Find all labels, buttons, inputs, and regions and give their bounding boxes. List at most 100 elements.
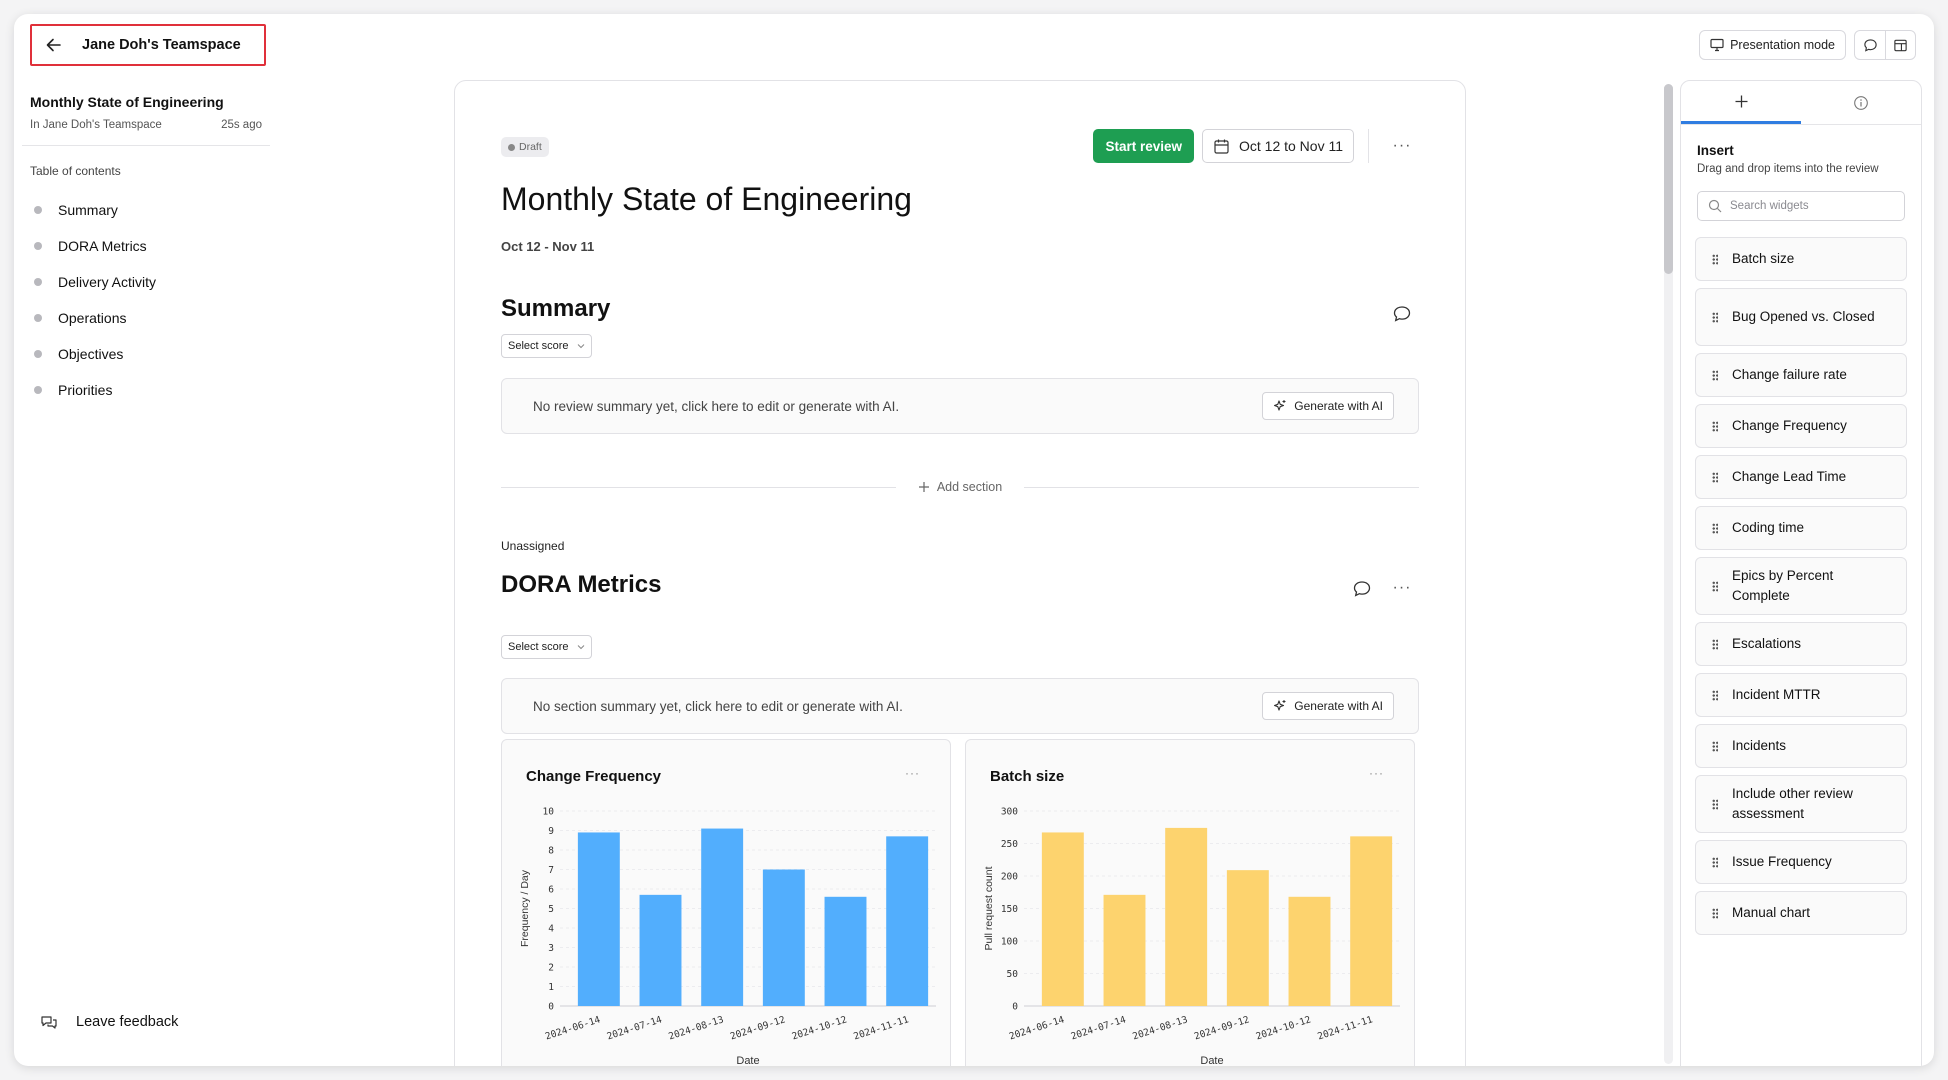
more-options-icon[interactable]: ··· [1385, 137, 1419, 155]
widget-item[interactable]: Escalations [1695, 622, 1907, 666]
dora-score-select[interactable]: Select score [501, 635, 592, 659]
drag-handle-icon[interactable] [1712, 311, 1718, 323]
section-owner[interactable]: Unassigned [501, 539, 564, 553]
widget-label: Incident MTTR [1732, 687, 1821, 702]
date-range-label: Oct 12 to Nov 11 [1238, 138, 1343, 154]
drag-handle-icon[interactable] [1712, 689, 1718, 701]
bar [886, 836, 929, 1006]
bar [1288, 896, 1331, 1006]
toc-heading: Table of contents [30, 164, 121, 178]
dora-more-options-icon[interactable]: ··· [1385, 577, 1419, 599]
bullet-icon [34, 350, 42, 358]
y-tick-label: 3 [548, 943, 554, 954]
dora-comment-button[interactable] [1351, 578, 1373, 600]
y-tick-label: 300 [1001, 807, 1018, 818]
chevron-down-icon [577, 344, 584, 349]
x-tick-label: 2024-07-14 [606, 1014, 664, 1042]
widget-item[interactable]: Manual chart [1695, 891, 1907, 935]
top-toolbar: Presentation mode [1699, 30, 1916, 60]
drag-handle-icon[interactable] [1712, 253, 1718, 265]
batch-size-card: Batch size ··· 0 50 100 150 200 250 300 2024-06… [965, 739, 1415, 1066]
divider-line [1024, 486, 1420, 488]
plus-icon [918, 482, 929, 492]
widget-item[interactable]: Incident MTTR [1695, 673, 1907, 717]
dora-heading: DORA Metrics [501, 571, 662, 598]
toc-item-priorities[interactable]: Priorities [30, 372, 262, 408]
widget-item[interactable]: Batch size [1695, 237, 1907, 281]
insert-heading: Insert [1697, 143, 1734, 158]
generate-section-ai-button[interactable]: Generate with AI [1262, 692, 1394, 720]
bullet-icon [34, 386, 42, 394]
toc-item-objectives[interactable]: Objectives [30, 336, 262, 372]
add-section-button[interactable]: Add section [896, 480, 1024, 494]
widget-item[interactable]: Change Lead Time [1695, 455, 1907, 499]
widget-item[interactable]: Incidents [1695, 724, 1907, 768]
toc-item-summary[interactable]: Summary [30, 192, 262, 228]
app-window: Jane Doh's Teamspace Presentation mode M… [14, 14, 1934, 1066]
summary-comment-button[interactable] [1391, 303, 1413, 325]
chart-more-icon[interactable]: ··· [1369, 766, 1384, 780]
back-to-teamspace-button[interactable]: Jane Doh's Teamspace [30, 24, 266, 66]
toc-item-operations[interactable]: Operations [30, 300, 262, 336]
toc-item-dora-metrics[interactable]: DORA Metrics [30, 228, 262, 264]
tab-insert[interactable] [1681, 81, 1801, 124]
drag-handle-icon[interactable] [1712, 471, 1718, 483]
date-range-button[interactable]: Oct 12 to Nov 11 [1201, 129, 1354, 163]
tab-info[interactable] [1801, 81, 1921, 124]
bullet-icon [34, 278, 42, 286]
leave-feedback-button[interactable]: Leave feedback [40, 1014, 178, 1030]
y-tick-label: 250 [1001, 839, 1018, 850]
x-tick-label: 2024-09-12 [1193, 1014, 1251, 1042]
x-axis-label: Date [736, 1055, 759, 1066]
drag-handle-icon[interactable] [1712, 907, 1718, 919]
widget-item[interactable]: Change failure rate [1695, 353, 1907, 397]
drag-handle-icon[interactable] [1712, 798, 1718, 810]
summary-score-select[interactable]: Select score [501, 334, 592, 358]
dora-summary-text-area[interactable]: No section summary yet, click here to ed… [501, 678, 1419, 734]
widget-item[interactable]: Coding time [1695, 506, 1907, 550]
comments-toggle-button[interactable] [1855, 31, 1885, 59]
widget-item[interactable]: Include other review assessment [1695, 775, 1907, 833]
presentation-mode-button[interactable]: Presentation mode [1699, 30, 1846, 60]
chart-title: Batch size [990, 768, 1065, 785]
bar [1041, 832, 1084, 1006]
bar [577, 832, 620, 1006]
drag-handle-icon[interactable] [1712, 580, 1718, 592]
summary-text-area[interactable]: No review summary yet, click here to edi… [501, 378, 1419, 434]
widget-label: Incidents [1732, 738, 1787, 753]
chevron-down-icon [577, 645, 584, 650]
widget-item[interactable]: Issue Frequency [1695, 840, 1907, 884]
sidebar-layout-icon [1894, 39, 1907, 51]
drag-handle-icon[interactable] [1712, 522, 1718, 534]
drag-handle-icon[interactable] [1712, 420, 1718, 432]
generate-label: Generate with AI [1294, 399, 1383, 413]
document-scrollbar[interactable] [1664, 84, 1673, 1064]
widget-label: Issue Frequency [1732, 854, 1832, 869]
widget-item[interactable]: Bug Opened vs. Closed [1695, 288, 1907, 346]
widget-item[interactable]: Epics by Percent Complete [1695, 557, 1907, 615]
start-review-button[interactable]: Start review [1093, 129, 1194, 163]
y-axis-label: Pull request count [983, 866, 995, 950]
drag-handle-icon[interactable] [1712, 369, 1718, 381]
generate-summary-ai-button[interactable]: Generate with AI [1262, 392, 1394, 420]
toc-item-label: Operations [58, 310, 127, 326]
search-widgets-input[interactable]: Search widgets [1697, 191, 1905, 221]
x-tick-label: 2024-06-14 [1008, 1014, 1066, 1042]
widget-item[interactable]: Change Frequency [1695, 404, 1907, 448]
chart-title: Change Frequency [526, 768, 662, 785]
drag-handle-icon[interactable] [1712, 856, 1718, 868]
y-tick-label: 50 [1007, 969, 1019, 980]
doc-location: In Jane Doh's Teamspace [30, 119, 162, 131]
scrollbar-thumb[interactable] [1664, 84, 1673, 274]
layout-toggle-button[interactable] [1885, 31, 1915, 59]
x-tick-label: 2024-08-13 [667, 1014, 725, 1042]
bar [1165, 827, 1208, 1006]
toc-item-label: Delivery Activity [58, 274, 157, 290]
chart-more-icon[interactable]: ··· [905, 766, 920, 780]
y-tick-label: 7 [548, 865, 554, 876]
toc-item-label: Summary [58, 202, 118, 218]
y-tick-label: 0 [548, 1002, 554, 1013]
toc-item-delivery-activity[interactable]: Delivery Activity [30, 264, 262, 300]
drag-handle-icon[interactable] [1712, 740, 1718, 752]
drag-handle-icon[interactable] [1712, 638, 1718, 650]
